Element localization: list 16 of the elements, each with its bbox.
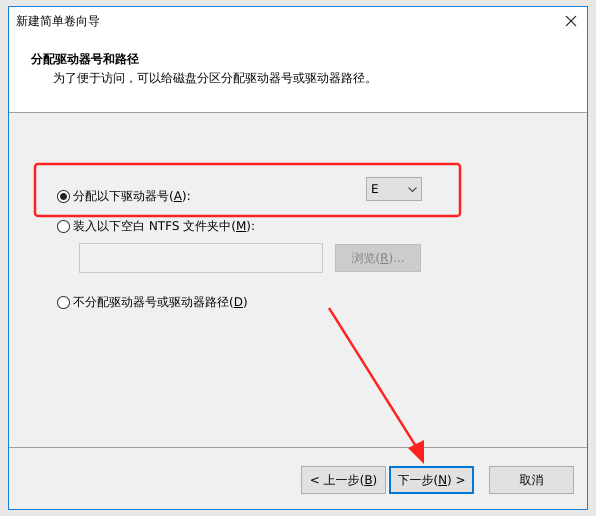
drive-letter-dropdown[interactable]: E: [366, 177, 422, 201]
close-icon: [565, 15, 577, 27]
dialog-button[interactable]: 取消: [489, 466, 574, 494]
radio-button[interactable]: [57, 220, 70, 232]
radio-button[interactable]: [57, 190, 70, 202]
radio-option[interactable]: 分配以下驱动器号(A):: [57, 187, 191, 205]
page-description: 为了便于访问，可以给磁盘分区分配驱动器号或驱动器路径。: [53, 70, 377, 87]
page-heading: 分配驱动器号和路径: [31, 51, 139, 68]
radio-button[interactable]: [57, 296, 70, 308]
dialog-button[interactable]: < 上一步(B): [301, 466, 386, 494]
dropdown-value: E: [371, 181, 379, 198]
radio-option[interactable]: 装入以下空白 NTFS 文件夹中(M):: [57, 217, 256, 235]
window-title: 新建简单卷向导: [16, 13, 100, 30]
radio-option[interactable]: 不分配驱动器号或驱动器路径(D): [57, 293, 248, 311]
chevron-down-icon: [408, 186, 417, 192]
dialog-button[interactable]: 下一步(N) >: [389, 466, 474, 494]
